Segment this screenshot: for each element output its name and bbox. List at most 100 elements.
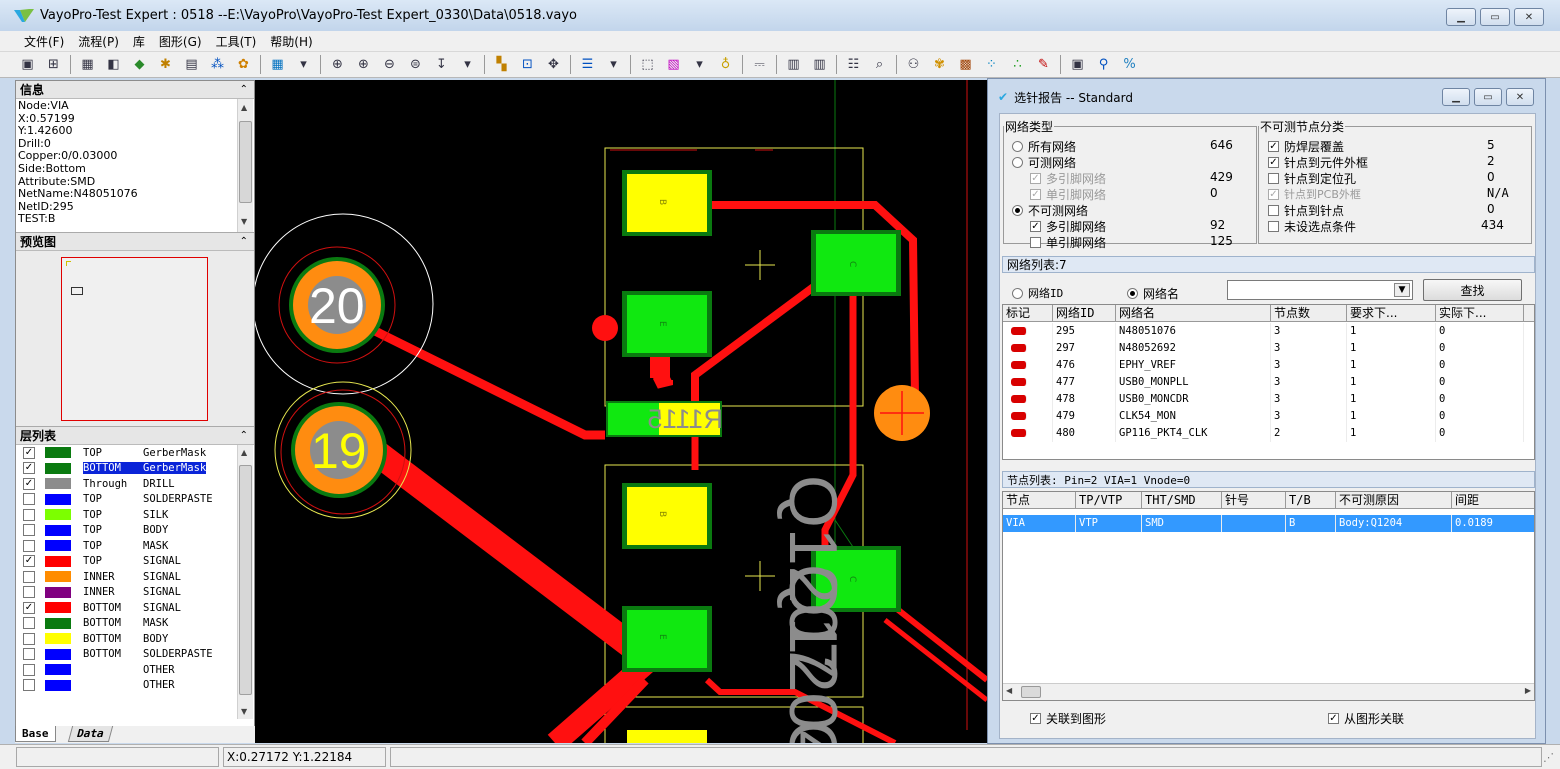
col-node-count[interactable]: 节点数 bbox=[1271, 305, 1347, 321]
report-icon[interactable]: ▥ bbox=[784, 55, 803, 74]
zoom-fit-icon[interactable]: ⊕ bbox=[328, 55, 347, 74]
layer-color-swatch[interactable] bbox=[45, 493, 71, 505]
col-tht-smd[interactable]: THT/SMD bbox=[1142, 492, 1222, 508]
highlight-icon[interactable]: ▧ bbox=[664, 55, 683, 74]
checkbox-testable-single[interactable]: ✓ 单引脚网络 bbox=[1030, 186, 1106, 203]
color-bar-icon[interactable]: ☰ bbox=[578, 55, 597, 74]
layer-visibility-checkbox[interactable] bbox=[23, 570, 35, 583]
layer-row[interactable]: ✓ BOTTOM GerberMask bbox=[16, 461, 254, 477]
menu-library[interactable]: 库 bbox=[133, 33, 145, 50]
save-icon[interactable]: ▣ bbox=[18, 55, 37, 74]
route-icon[interactable]: ✱ bbox=[156, 55, 175, 74]
component-icon[interactable]: ◧ bbox=[104, 55, 123, 74]
zoom-out-icon[interactable]: ⊖ bbox=[380, 55, 399, 74]
col-node[interactable]: 节点 bbox=[1003, 492, 1076, 508]
table-row[interactable]: VIA VTP SMD B Body:Q1204 0.0189 bbox=[1003, 515, 1534, 532]
dialog-close-button[interactable]: ✕ bbox=[1506, 88, 1534, 106]
layer-row[interactable]: BOTTOM BODY bbox=[16, 631, 254, 647]
node-list-hscrollbar[interactable]: ◀ ▶ bbox=[1003, 683, 1534, 700]
fixture-icon[interactable]: ▩ bbox=[956, 55, 975, 74]
flower-icon[interactable]: ✾ bbox=[930, 55, 949, 74]
scroll-up-icon[interactable]: ▲ bbox=[241, 102, 247, 115]
collapse-icon[interactable]: ⌃ bbox=[240, 430, 248, 441]
zoom-in-icon[interactable]: ⊕ bbox=[354, 55, 373, 74]
checkbox-untestable-single[interactable]: 单引脚网络 bbox=[1030, 234, 1106, 251]
grid-icon[interactable]: ▦ bbox=[78, 55, 97, 74]
layer-color-swatch[interactable] bbox=[45, 540, 71, 552]
radio-net-name[interactable]: 网络名 bbox=[1127, 285, 1179, 302]
layer-visibility-checkbox[interactable] bbox=[23, 508, 35, 521]
probe-icon[interactable]: ⁂ bbox=[208, 55, 227, 74]
col-pin-number[interactable]: 针号 bbox=[1222, 492, 1286, 508]
scroll-right-icon[interactable]: ▶ bbox=[1525, 686, 1531, 695]
dropdown-icon[interactable]: ▾ bbox=[690, 55, 709, 74]
dropdown-icon[interactable]: ▾ bbox=[294, 55, 313, 74]
checkbox-testable-multi[interactable]: ✓ 多引脚网络 bbox=[1030, 170, 1106, 187]
binoculars-icon[interactable]: ⚇ bbox=[904, 55, 923, 74]
layer-icon[interactable]: ◆ bbox=[130, 55, 149, 74]
checkbox-untestable-multi[interactable]: ✓ 多引脚网络 bbox=[1030, 218, 1106, 235]
layer-color-swatch[interactable] bbox=[45, 462, 71, 474]
col-required[interactable]: 要求下... bbox=[1347, 305, 1436, 321]
center-icon[interactable]: ⊡ bbox=[518, 55, 537, 74]
paint-icon[interactable]: ✿ bbox=[234, 55, 253, 74]
layer-color-swatch[interactable] bbox=[45, 664, 71, 676]
col-tp-vtp[interactable]: TP/VTP bbox=[1076, 492, 1142, 508]
layer-visibility-checkbox[interactable] bbox=[23, 663, 35, 676]
select-mode-icon[interactable]: ▦ bbox=[268, 55, 287, 74]
menu-file[interactable]: 文件(F) bbox=[24, 33, 64, 50]
tab-data[interactable]: Data bbox=[67, 726, 113, 742]
layer-color-swatch[interactable] bbox=[45, 602, 71, 614]
scroll-thumb[interactable] bbox=[239, 121, 252, 203]
col-spacing[interactable]: 间距 bbox=[1452, 492, 1534, 508]
col-actual[interactable]: 实际下... bbox=[1436, 305, 1524, 321]
layer-visibility-checkbox[interactable]: ✓ bbox=[23, 446, 35, 459]
bulb-icon[interactable]: ♁ bbox=[716, 55, 735, 74]
col-net-id[interactable]: 网络ID bbox=[1053, 305, 1116, 321]
layer-color-swatch[interactable] bbox=[45, 478, 71, 490]
col-mark[interactable]: 标记 bbox=[1003, 305, 1053, 321]
scroll-left-icon[interactable]: ◀ bbox=[1006, 686, 1012, 695]
resize-grip-icon[interactable]: ⋰ bbox=[1543, 751, 1554, 764]
layer-color-swatch[interactable] bbox=[45, 524, 71, 536]
table-row[interactable]: 297 N48052692 3 1 0 bbox=[1003, 340, 1534, 357]
table-row[interactable]: 476 EPHY_VREF 3 1 0 bbox=[1003, 357, 1534, 374]
select-icon[interactable]: ⬚ bbox=[638, 55, 657, 74]
collapse-icon[interactable]: ⌃ bbox=[240, 84, 248, 95]
layer-color-swatch[interactable] bbox=[45, 509, 71, 521]
dropdown-icon[interactable]: ▾ bbox=[458, 55, 477, 74]
tab-base[interactable]: Base bbox=[15, 726, 56, 742]
dialog-minimize-button[interactable]: ▁ bbox=[1442, 88, 1470, 106]
list-icon[interactable]: ☷ bbox=[844, 55, 863, 74]
layer-row[interactable]: ✓ TOP GerberMask bbox=[16, 445, 254, 461]
table-row[interactable]: 295 N48051076 3 1 0 bbox=[1003, 323, 1534, 340]
layer-visibility-checkbox[interactable] bbox=[23, 648, 35, 661]
layer-row[interactable]: BOTTOM SOLDERPASTE bbox=[16, 647, 254, 663]
col-untestable-reason[interactable]: 不可测原因 bbox=[1336, 492, 1452, 508]
col-top-bottom[interactable]: T/B bbox=[1286, 492, 1336, 508]
layer-visibility-checkbox[interactable] bbox=[23, 586, 35, 599]
layer-visibility-checkbox[interactable]: ✓ bbox=[23, 555, 35, 568]
checkbox-to-tooling-hole[interactable]: 针点到定位孔 bbox=[1268, 170, 1356, 187]
move-icon[interactable]: ✥ bbox=[544, 55, 563, 74]
layer-visibility-checkbox[interactable]: ✓ bbox=[23, 601, 35, 614]
net-search-combobox[interactable]: ▼ bbox=[1227, 280, 1413, 300]
layer-color-swatch[interactable] bbox=[45, 679, 71, 691]
scroll-down-icon[interactable]: ▼ bbox=[241, 707, 247, 716]
layer-color-swatch[interactable] bbox=[45, 648, 71, 660]
layer-row[interactable]: TOP MASK bbox=[16, 538, 254, 554]
checkbox-probe-to-probe[interactable]: 针点到针点 bbox=[1268, 202, 1344, 219]
zoom-window-icon[interactable]: ⊜ bbox=[406, 55, 425, 74]
pcb-canvas[interactable]: 20 19 B E C B E C R1115 Q1204 Q1207 Q bbox=[255, 80, 987, 743]
chip-icon[interactable]: ▣ bbox=[1068, 55, 1087, 74]
table-row[interactable]: 479 CLK54_MON 3 1 0 bbox=[1003, 408, 1534, 425]
layer-visibility-checkbox[interactable] bbox=[23, 524, 35, 537]
layer-color-swatch[interactable] bbox=[45, 555, 71, 567]
menu-flow[interactable]: 流程(P) bbox=[78, 33, 119, 50]
pad-view-icon[interactable]: ▚ bbox=[492, 55, 511, 74]
layer-row[interactable]: TOP SILK bbox=[16, 507, 254, 523]
col-net-name[interactable]: 网络名 bbox=[1116, 305, 1271, 321]
layer-visibility-checkbox[interactable] bbox=[23, 679, 35, 692]
layer-row[interactable]: ✓ BOTTOM SIGNAL bbox=[16, 600, 254, 616]
percent-icon[interactable]: % bbox=[1120, 55, 1139, 74]
